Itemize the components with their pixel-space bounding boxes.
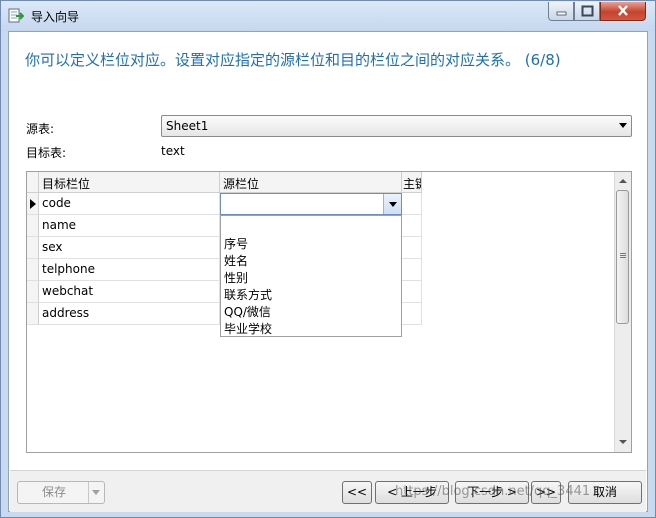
- chevron-down-icon: [619, 123, 627, 128]
- chevron-down-icon: [92, 490, 100, 495]
- primary-key-cell[interactable]: [402, 215, 422, 237]
- dropdown-option[interactable]: 毕业学校: [224, 320, 272, 337]
- scroll-up-icon[interactable]: [619, 179, 627, 183]
- source-field-editor[interactable]: [220, 193, 402, 215]
- grip-icon: [620, 255, 626, 256]
- table-row-target-field[interactable]: address: [39, 303, 220, 325]
- minimize-button[interactable]: [548, 2, 574, 21]
- table-row-target-field[interactable]: telphone: [39, 259, 220, 281]
- row-selector[interactable]: [27, 281, 39, 303]
- primary-key-cell[interactable]: [402, 303, 422, 325]
- grip-icon: [620, 253, 626, 254]
- dropdown-option[interactable]: 姓名: [224, 252, 248, 269]
- save-button[interactable]: 保存: [17, 481, 105, 504]
- dropdown-option[interactable]: 性别: [224, 269, 248, 286]
- scroll-down-icon[interactable]: [619, 440, 627, 444]
- watermark-text: https://blog.csdn.net/qq_3441: [395, 484, 591, 499]
- field-mapping-grid: 目标栏位 源栏位 主键 code name sex telphone webch…: [26, 171, 632, 453]
- row-selector[interactable]: [27, 193, 39, 215]
- column-header-source-field[interactable]: 源栏位: [220, 172, 402, 193]
- first-step-button[interactable]: <<: [342, 481, 372, 504]
- import-wizard-icon: [8, 8, 24, 23]
- current-row-icon: [30, 199, 36, 209]
- table-row-target-field[interactable]: code: [39, 193, 220, 215]
- close-button[interactable]: [600, 2, 646, 21]
- table-row-target-field[interactable]: webchat: [39, 281, 220, 303]
- title-bar: 导入向导: [1, 1, 655, 31]
- target-table-label: 目标表:: [26, 146, 67, 160]
- dropdown-option[interactable]: 序号: [224, 235, 248, 252]
- scrollbar-thumb[interactable]: [616, 190, 629, 324]
- import-wizard-window: 导入向导 你可以定义栏位对应。设置对应指定的源栏位和目的栏位之间的对应关系。 (…: [0, 0, 656, 518]
- source-table-label: 源表:: [26, 122, 55, 136]
- target-table-value: text: [161, 144, 185, 158]
- wizard-body: 你可以定义栏位对应。设置对应指定的源栏位和目的栏位之间的对应关系。 (6/8) …: [8, 31, 648, 512]
- maximize-icon: [581, 5, 594, 17]
- primary-key-cell[interactable]: [402, 193, 422, 215]
- save-options-button[interactable]: [88, 482, 104, 503]
- chevron-down-icon: [389, 202, 397, 207]
- minimize-icon: [556, 11, 567, 16]
- primary-key-cell[interactable]: [402, 237, 422, 259]
- window-title: 导入向导: [31, 10, 80, 24]
- row-selector[interactable]: [27, 215, 39, 237]
- row-selector[interactable]: [27, 303, 39, 325]
- save-button-label: 保存: [42, 485, 67, 499]
- table-row-target-field[interactable]: sex: [39, 237, 220, 259]
- row-selector[interactable]: [27, 259, 39, 281]
- column-header-primary-key[interactable]: 主键: [402, 172, 422, 193]
- column-header-target-field[interactable]: 目标栏位: [39, 172, 220, 193]
- table-row-target-field[interactable]: name: [39, 215, 220, 237]
- source-field-dropdown-list: 序号 姓名 性别 联系方式 QQ/微信 毕业学校: [220, 215, 402, 337]
- source-field-dropdown-button[interactable]: [383, 194, 401, 214]
- grid-corner-header: [27, 172, 39, 193]
- row-selector[interactable]: [27, 237, 39, 259]
- grid-vertical-scrollbar[interactable]: [614, 172, 631, 452]
- source-table-value: Sheet1: [166, 119, 209, 133]
- source-table-select[interactable]: Sheet1: [161, 115, 632, 137]
- grip-icon: [620, 257, 626, 258]
- page-heading: 你可以定义栏位对应。设置对应指定的源栏位和目的栏位之间的对应关系。 (6/8): [25, 51, 561, 69]
- maximize-button[interactable]: [574, 2, 600, 21]
- primary-key-cell[interactable]: [402, 259, 422, 281]
- dropdown-option[interactable]: QQ/微信: [224, 303, 271, 320]
- primary-key-cell[interactable]: [402, 281, 422, 303]
- dropdown-option[interactable]: 联系方式: [224, 286, 272, 303]
- close-icon: [618, 5, 628, 16]
